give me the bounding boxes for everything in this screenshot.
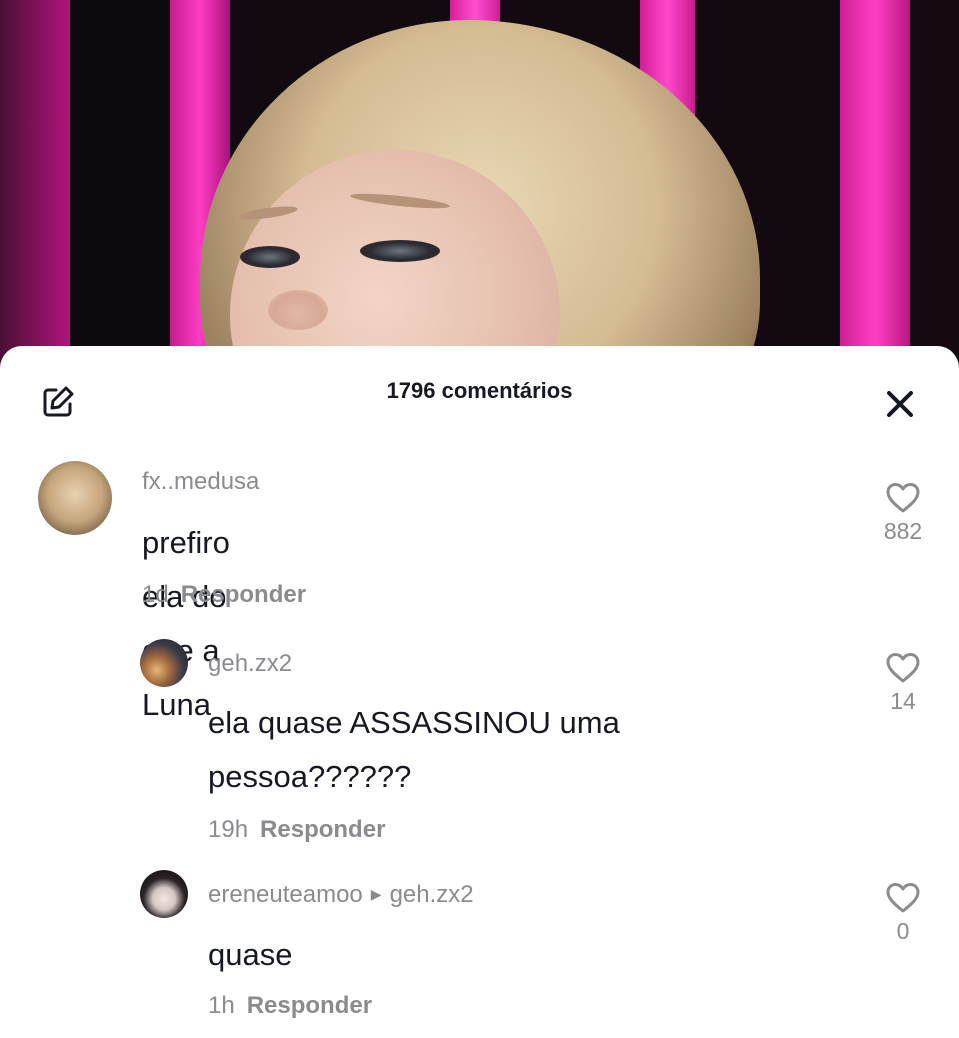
right-eye — [360, 240, 440, 262]
reply-target-username[interactable]: geh.zx2 — [390, 881, 474, 908]
comment-username[interactable]: fx..medusa — [142, 468, 259, 496]
reply-text: ela quase ASSASSINOU uma pessoa?????? — [208, 705, 620, 794]
reply-button[interactable]: Responder — [181, 581, 306, 608]
like-count: 14 — [890, 688, 916, 714]
like-count: 882 — [883, 518, 923, 544]
close-icon[interactable] — [884, 388, 916, 420]
heart-outline-icon — [886, 883, 920, 913]
left-eye — [240, 246, 300, 268]
comment-time: 1d — [142, 581, 169, 608]
reply-meta: 1h Responder — [208, 992, 372, 1020]
reply-username[interactable]: geh.zx2 — [208, 650, 292, 678]
person-nose — [268, 290, 328, 330]
like-count: 0 — [896, 918, 910, 944]
stage-light-stripe — [0, 0, 70, 370]
stage-dark-stripe — [910, 0, 959, 370]
reply-username: ereneuteamoo ▶ geh.zx2 — [208, 881, 474, 909]
heart-outline-icon — [886, 653, 920, 683]
reply-time: 1h — [208, 992, 235, 1019]
comments-sheet: 1796 comentários fx..medusa prefiro ela … — [0, 346, 959, 1038]
video-frame[interactable] — [0, 0, 959, 370]
reply-button[interactable]: Responder — [247, 992, 372, 1019]
reply-text: quase — [208, 937, 293, 972]
like-button[interactable]: 14 — [873, 652, 933, 715]
comments-count-title: 1796 comentários — [386, 378, 573, 403]
avatar[interactable] — [38, 461, 112, 535]
reply-meta: 19h Responder — [208, 816, 385, 844]
like-button[interactable]: 882 — [873, 482, 933, 545]
reply-author[interactable]: ereneuteamoo — [208, 881, 363, 908]
heart-outline-icon — [886, 483, 920, 513]
comment-meta: 1d Responder — [142, 581, 306, 609]
reply-arrow-icon: ▶ — [370, 886, 382, 902]
like-button[interactable]: 0 — [873, 882, 933, 945]
avatar[interactable] — [140, 870, 188, 918]
stage-dark-stripe — [70, 0, 170, 370]
stage-light-stripe — [840, 0, 910, 370]
reply-time: 19h — [208, 816, 249, 843]
avatar[interactable] — [140, 639, 188, 687]
reply-button[interactable]: Responder — [260, 816, 385, 843]
